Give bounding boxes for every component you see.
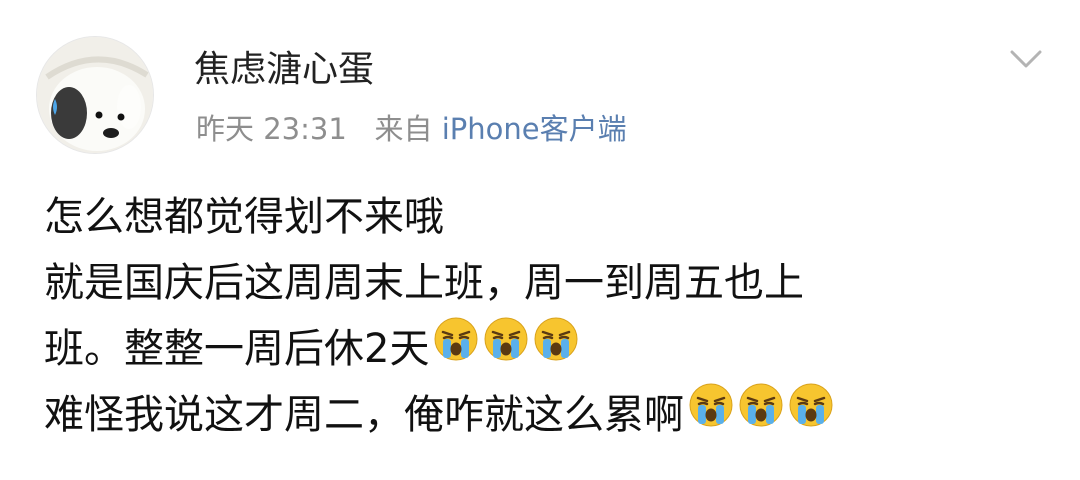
content-line: 班。整整一周后休2天 (44, 316, 1044, 382)
chevron-down-icon[interactable] (1006, 44, 1046, 74)
content-line: 怎么想都觉得划不来哦 (44, 184, 1044, 250)
crying-face-emoji-icon (688, 382, 734, 428)
content-line: 难怪我说这才周二，俺咋就这么累啊 (44, 382, 1044, 448)
crying-face-emoji-icon (533, 316, 579, 362)
post-content: 怎么想都觉得划不来哦 就是国庆后这周周末上班，周一到周五也上 班。整整一周后休2… (44, 184, 1044, 448)
content-line-text: 怎么想都觉得划不来哦 (44, 194, 444, 240)
user-avatar[interactable] (36, 36, 154, 154)
crying-face-emoji-icon (433, 316, 479, 362)
crying-face-emoji-icon (788, 382, 834, 428)
cartoon-dog-avatar-icon (37, 37, 153, 153)
username[interactable]: 焦虑溏心蛋 (194, 48, 374, 92)
post-meta: 昨天 23:31 来自 iPhone客户端 (196, 110, 627, 148)
crying-face-emoji-icon (483, 316, 529, 362)
post-time: 昨天 23:31 (196, 112, 347, 146)
content-line-text: 难怪我说这才周二，俺咋就这么累啊 (44, 392, 684, 438)
crying-face-emoji-icon (738, 382, 784, 428)
content-line-text: 就是国庆后这周周末上班，周一到周五也上 (44, 260, 804, 306)
via-label: 来自 (374, 112, 433, 146)
content-line-text: 班。整整一周后休2天 (44, 326, 430, 372)
content-line: 就是国庆后这周周末上班，周一到周五也上 (44, 250, 1044, 316)
post-source[interactable]: iPhone客户端 (442, 112, 627, 146)
